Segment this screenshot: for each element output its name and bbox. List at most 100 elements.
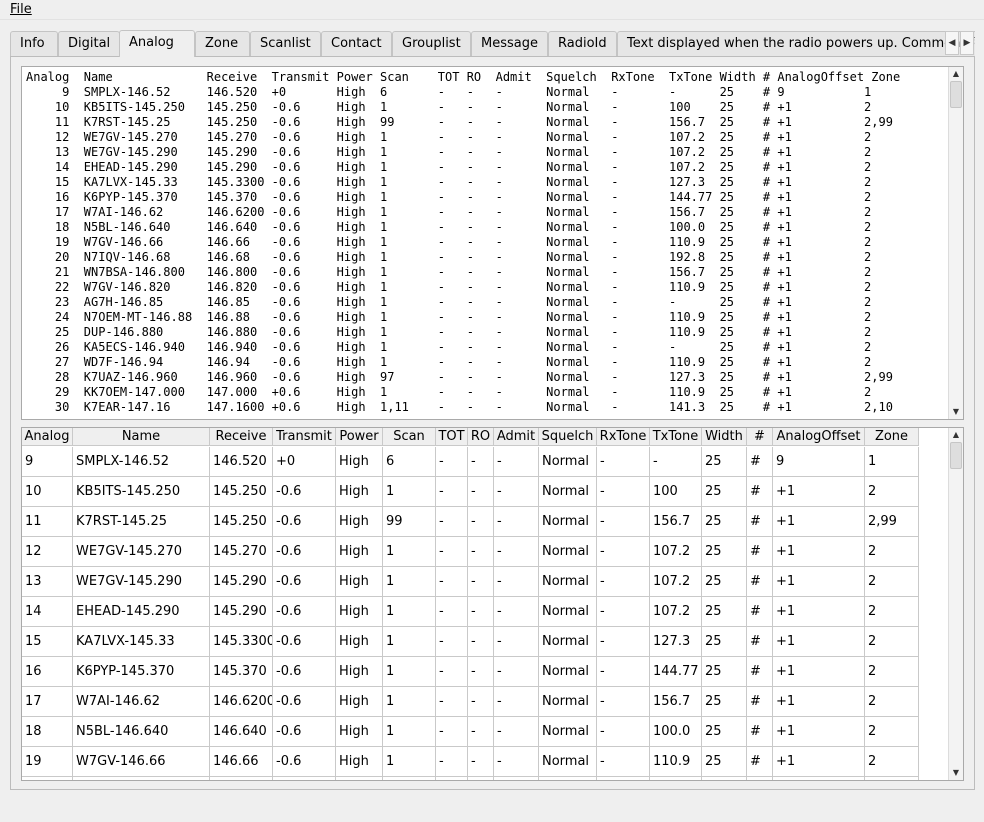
cell-txtone[interactable]: 100.0 — [650, 717, 702, 747]
tab-digital[interactable]: Digital — [58, 31, 120, 57]
analog-channel-table[interactable]: Analog Name Receive Transmit Power Scan … — [21, 427, 964, 781]
cell-name[interactable]: W7AI-146.62 — [73, 687, 210, 717]
cell-analog-offset[interactable]: +1 — [773, 567, 865, 597]
cell-transmit[interactable]: -0.6 — [273, 657, 336, 687]
cell-transmit[interactable]: -0.6 — [273, 747, 336, 777]
cell-zone[interactable]: 2 — [865, 627, 919, 657]
analog-text-view[interactable]: Analog Name Receive Transmit Power Scan … — [21, 66, 964, 420]
cell-name[interactable]: WE7GV-145.290 — [73, 567, 210, 597]
cell-tot[interactable]: - — [436, 507, 468, 537]
cell-squelch[interactable]: Normal — [539, 567, 597, 597]
tab-scroll-right-icon[interactable]: ▶ — [960, 31, 974, 55]
table-row[interactable]: 16 K6PYP-145.370 145.370 -0.6 High 1- - - Normal… — [22, 657, 919, 687]
cell-scan[interactable]: 1 — [383, 537, 436, 567]
cell-analog-offset[interactable]: +1 — [773, 657, 865, 687]
cell-name[interactable]: EHEAD-145.290 — [73, 597, 210, 627]
cell-analog-offset[interactable]: +1 — [773, 747, 865, 777]
cell-txtone[interactable]: 144.77 — [650, 657, 702, 687]
cell-admit[interactable]: - — [494, 537, 539, 567]
cell-rxtone[interactable]: - — [597, 687, 650, 717]
cell-rxtone[interactable]: - — [597, 597, 650, 627]
table-row[interactable]: 18 N5BL-146.640 146.640 -0.6 High 1- - - Normal -… — [22, 717, 919, 747]
cell-hash[interactable]: # — [747, 627, 773, 657]
cell-zone[interactable]: 2 — [865, 717, 919, 747]
column-header-tot[interactable]: TOT — [436, 428, 468, 446]
cell-tot[interactable]: - — [436, 447, 468, 477]
cell-transmit[interactable]: +0 — [273, 447, 336, 477]
cell-squelch[interactable]: Normal — [539, 537, 597, 567]
column-header-rxtone[interactable]: RxTone — [597, 428, 650, 446]
cell-txtone[interactable]: 110.9 — [650, 747, 702, 777]
cell-analog[interactable]: 14 — [22, 597, 73, 627]
cell-power[interactable]: High — [336, 717, 383, 747]
cell-power[interactable]: High — [336, 747, 383, 777]
scroll-down-icon[interactable]: ▼ — [949, 405, 963, 419]
cell-receive[interactable]: 145.370 — [210, 657, 273, 687]
cell-width[interactable]: 25 — [702, 717, 747, 747]
cell-hash[interactable]: # — [747, 717, 773, 747]
tab-grouplist[interactable]: Grouplist — [392, 31, 471, 57]
cell-width[interactable]: 25 — [702, 477, 747, 507]
cell-tot[interactable]: - — [436, 537, 468, 567]
cell-ro[interactable]: - — [468, 477, 494, 507]
cell-tot[interactable]: - — [436, 657, 468, 687]
cell-rxtone[interactable]: - — [597, 717, 650, 747]
table-row[interactable]: 14 EHEAD-145.290 145.290 -0.6 High 1- - - Normal… — [22, 597, 919, 627]
cell-analog-offset[interactable] — [773, 777, 865, 780]
cell-squelch[interactable]: Normal — [539, 507, 597, 537]
cell-admit[interactable]: - — [494, 687, 539, 717]
cell-name[interactable] — [73, 777, 210, 780]
cell-name[interactable]: SMPLX-146.52 — [73, 447, 210, 477]
cell-admit[interactable]: - — [494, 597, 539, 627]
cell-power[interactable]: High — [336, 627, 383, 657]
cell-width[interactable]: 25 — [702, 507, 747, 537]
cell-admit[interactable]: - — [494, 507, 539, 537]
cell-analog[interactable]: 9 — [22, 447, 73, 477]
column-header-admit[interactable]: Admit — [494, 428, 539, 446]
column-header-power[interactable]: Power — [336, 428, 383, 446]
column-header-hash[interactable]: # — [747, 428, 773, 446]
cell-analog[interactable]: 12 — [22, 537, 73, 567]
cell-power[interactable]: High — [336, 567, 383, 597]
table-scrollbar[interactable]: ▲ ▼ — [948, 428, 963, 780]
cell-power[interactable]: High — [336, 597, 383, 627]
cell-transmit[interactable]: -0.6 — [273, 687, 336, 717]
cell-power[interactable] — [336, 777, 383, 780]
cell-transmit[interactable]: -0.6 — [273, 567, 336, 597]
scroll-up-icon[interactable]: ▲ — [949, 428, 963, 442]
column-header-squelch[interactable]: Squelch — [539, 428, 597, 446]
column-header-analog[interactable]: Analog — [22, 428, 73, 446]
cell-zone[interactable]: 2 — [865, 657, 919, 687]
cell-rxtone[interactable]: - — [597, 627, 650, 657]
cell-analog[interactable]: 13 — [22, 567, 73, 597]
cell-transmit[interactable]: -0.6 — [273, 627, 336, 657]
cell-ro[interactable]: - — [468, 537, 494, 567]
cell-rxtone[interactable]: - — [597, 567, 650, 597]
cell-txtone[interactable]: 127.3 — [650, 627, 702, 657]
text-view-scrollbar[interactable]: ▲ ▼ — [948, 67, 963, 419]
cell-name[interactable]: KB5ITS-145.250 — [73, 477, 210, 507]
table-row[interactable]: 13 WE7GV-145.290 145.290 -0.6 High 1- - - Normal… — [22, 567, 919, 597]
cell-txtone[interactable]: 156.7 — [650, 687, 702, 717]
column-header-analog-offset[interactable]: AnalogOffset — [773, 428, 865, 446]
cell-power[interactable]: High — [336, 507, 383, 537]
tab-radioid[interactable]: RadioId — [548, 31, 617, 57]
cell-transmit[interactable]: -0.6 — [273, 477, 336, 507]
scroll-thumb[interactable] — [950, 442, 962, 469]
cell-txtone[interactable]: 107.2 — [650, 597, 702, 627]
cell-admit[interactable]: - — [494, 657, 539, 687]
cell-ro[interactable]: - — [468, 507, 494, 537]
cell-scan[interactable]: 1 — [383, 687, 436, 717]
cell-analog-offset[interactable]: +1 — [773, 537, 865, 567]
cell-squelch[interactable]: Normal — [539, 627, 597, 657]
scroll-down-icon[interactable]: ▼ — [949, 766, 963, 780]
tab-contact[interactable]: Contact — [321, 31, 392, 57]
cell-receive[interactable]: 145.250 — [210, 507, 273, 537]
cell-ro[interactable]: - — [468, 597, 494, 627]
table-row[interactable]: 9 SMPLX-146.52 146.520 +0 High 6- - - Normal - -25… — [22, 447, 919, 477]
cell-width[interactable]: 25 — [702, 747, 747, 777]
column-header-width[interactable]: Width — [702, 428, 747, 446]
cell-rxtone[interactable]: - — [597, 477, 650, 507]
tab-zone[interactable]: Zone — [195, 31, 250, 57]
cell-zone[interactable] — [865, 777, 919, 780]
